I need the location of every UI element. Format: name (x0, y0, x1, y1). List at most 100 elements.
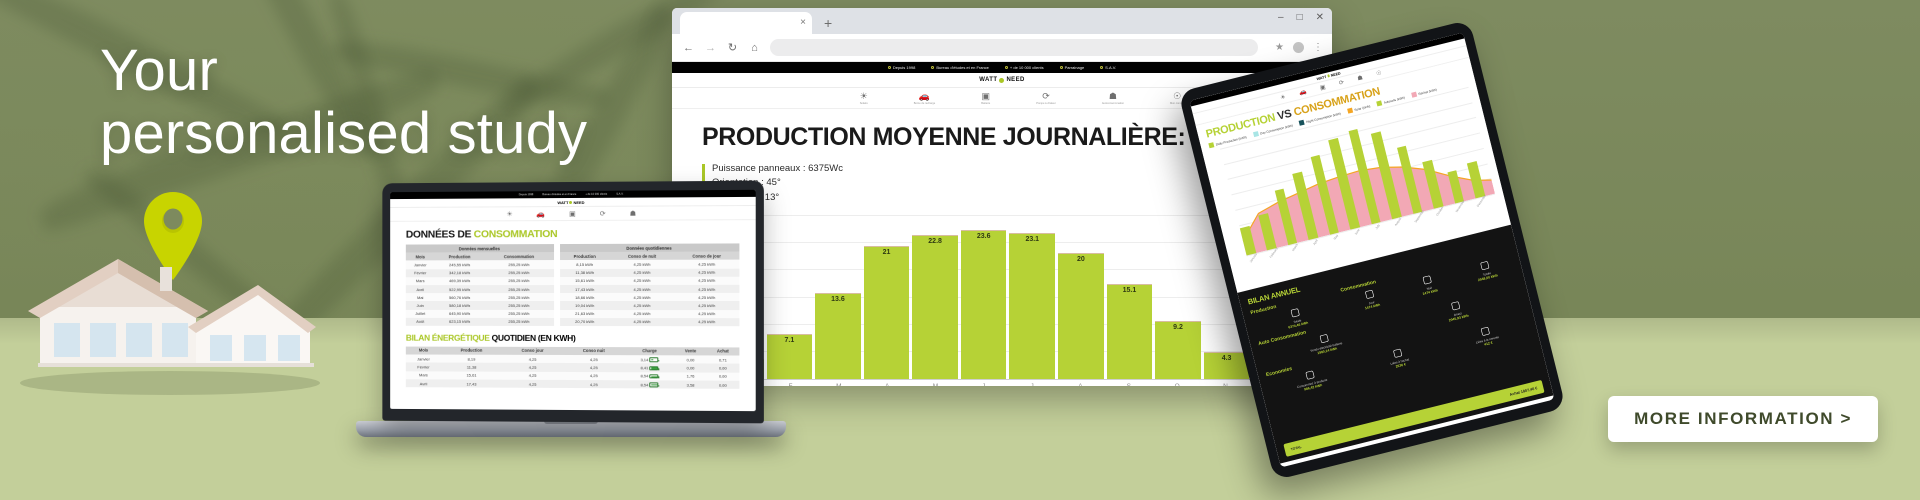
footer-total-label: TOTAL (1290, 444, 1302, 451)
lp-heading-consumption: DONNÉES DE CONSOMMATION (406, 227, 740, 240)
nav-item-batterie[interactable]: ▣Batterie (981, 92, 990, 105)
lp-announce-item: S.A.V. (616, 193, 623, 196)
maximize-button[interactable]: □ (1297, 13, 1303, 23)
table-cell: Mars (406, 371, 441, 379)
legend-swatch (1253, 131, 1259, 137)
table-header-cell: Achat (706, 347, 739, 355)
bar: 13.6 (815, 293, 861, 379)
table-cell: 8,19 (441, 355, 502, 363)
account-icon[interactable]: ☉ (1376, 70, 1383, 78)
table-cell: 4,25 kWh (674, 260, 739, 268)
charge-cell: 8,54 (624, 380, 674, 389)
bar-column: 23.6 (961, 215, 1007, 379)
more-information-button[interactable]: MORE INFORMATION > (1608, 396, 1878, 442)
battery-icon: ▣ (981, 92, 990, 101)
minimize-button[interactable]: – (1278, 13, 1284, 23)
table-cell: Février (406, 363, 441, 371)
browser-tab-bar: × + – □ ✕ (672, 8, 1332, 34)
legend-swatch (1376, 100, 1382, 106)
battery-icon[interactable]: ▣ (569, 209, 576, 217)
laptop-lid: Depuis 1998 Bureau d'études et en France… (382, 181, 764, 424)
bar-value-label: 13.6 (815, 296, 861, 303)
reload-icon[interactable]: ↻ (726, 41, 739, 54)
avatar[interactable] (1293, 42, 1304, 53)
col-cons-m: Consommation (484, 252, 553, 260)
table-cell: 19,04 kWh (560, 301, 610, 309)
bar-column: 22.8 (912, 215, 958, 379)
table-cell: Avril (406, 285, 435, 293)
laptop-screen[interactable]: Depuis 1998 Bureau d'études et en France… (390, 190, 756, 411)
solar-icon[interactable]: ☀ (1280, 93, 1287, 101)
x-tick-label: O (1153, 383, 1201, 386)
table-cell: 4,25 kWh (674, 285, 739, 293)
car-charger-icon[interactable]: 🚗 (1298, 88, 1307, 97)
bar-column: 13.6 (815, 215, 861, 379)
close-icon[interactable]: × (800, 18, 806, 28)
announce-item: Depuis 1998 (888, 65, 915, 70)
table-cell: 11,38 (441, 363, 502, 371)
lp-site-logo[interactable]: WATTNEED (557, 199, 584, 204)
x-tick-label: S (1105, 383, 1153, 386)
laptop-base (356, 421, 786, 437)
table-cell: 245,55 kWh (435, 261, 485, 269)
battery-icon[interactable]: ▣ (1319, 84, 1326, 92)
bar-column: 20 (1058, 215, 1104, 379)
lp-heading-balance: BILAN ÉNERGÉTIQUE QUOTIDIEN (EN KWH) (406, 333, 740, 344)
autoconsumption-icon[interactable]: ☗ (1357, 74, 1364, 82)
table-cell: 4,25 (563, 380, 624, 389)
battery-icon (650, 366, 659, 370)
table-cell: 4,25 (502, 355, 563, 363)
col-prod-d: Production (560, 252, 610, 260)
bookmark-star-icon[interactable]: ★ (1275, 42, 1284, 53)
footer-total-value: Achat 1807,46 € (1509, 386, 1538, 397)
charge-cell: 8,54 (624, 372, 674, 381)
heat-pump-icon[interactable]: ⟳ (600, 209, 606, 217)
new-tab-button[interactable]: + (824, 15, 832, 31)
table-cell: 4,25 kWh (610, 277, 674, 285)
close-window-button[interactable]: ✕ (1316, 13, 1324, 23)
table-cell: 1,76 (675, 372, 707, 381)
car-charger-icon[interactable]: 🚗 (537, 210, 546, 218)
table-cell: 4,25 kWh (610, 285, 674, 293)
table-cell: 522,95 kWh (435, 285, 485, 293)
site-logo[interactable]: WATTNEED (979, 77, 1024, 83)
nav-item-autoconso[interactable]: ☗Autoconsommation (1102, 92, 1124, 105)
url-input[interactable] (770, 39, 1258, 56)
table-cell: Mai (406, 293, 435, 301)
nav-item-pac[interactable]: ⟳Pompe à chaleur (1036, 92, 1056, 105)
bar-value-label: 4.3 (1204, 355, 1250, 362)
home-icon[interactable]: ⌂ (748, 42, 761, 54)
legend-swatch (1208, 142, 1214, 148)
table-cell: 560,76 kWh (435, 293, 485, 301)
table-cell: 255,25 kWh (484, 301, 553, 309)
solar-icon: ☀ (860, 92, 868, 101)
table-cell: 0,00 (706, 381, 739, 390)
announce-item: Parrainage (1060, 65, 1085, 70)
car-charger-icon: 🚗 (919, 92, 930, 101)
house-illustration (10, 215, 320, 395)
table-row: Juin580,18 kWh255,25 kWh19,04 kWh4,25 kW… (406, 301, 740, 309)
nav-item-solaire[interactable]: ☀Solaire (860, 92, 868, 105)
nav-item-borne[interactable]: 🚗Borne de recharge (914, 92, 936, 105)
autoconsumption-icon[interactable]: ☗ (630, 209, 636, 217)
x-tick-label: A (863, 383, 911, 386)
browser-toolbar: ← → ↻ ⌂ ★ ⋮ (672, 34, 1332, 62)
x-tick-label: A (1056, 383, 1104, 386)
table-cell: 4,25 kWh (610, 301, 674, 309)
table-cell: Janvier (406, 355, 441, 363)
table-cell: 255,25 kWh (484, 269, 553, 277)
back-arrow-icon[interactable]: ← (682, 42, 695, 54)
browser-tab[interactable]: × (680, 12, 812, 34)
consumption-table: Données mensuelles Données quotidiennes … (406, 243, 740, 326)
heat-pump-icon[interactable]: ⟳ (1338, 79, 1345, 87)
table-row: Août623,15 kWh255,25 kWh20,70 kWh4,25 kW… (406, 318, 740, 327)
table-cell: 4,25 kWh (674, 293, 739, 301)
forward-arrow-icon[interactable]: → (704, 42, 717, 54)
table-cell: Mars (406, 277, 435, 285)
table-cell: 623,15 kWh (435, 318, 485, 326)
solar-icon[interactable]: ☀ (506, 210, 512, 218)
menu-dots-icon[interactable]: ⋮ (1313, 42, 1322, 53)
table-cell: Août (406, 318, 435, 326)
table-cell: 0,71 (706, 355, 739, 363)
table-cell: 15,61 kWh (560, 277, 610, 285)
